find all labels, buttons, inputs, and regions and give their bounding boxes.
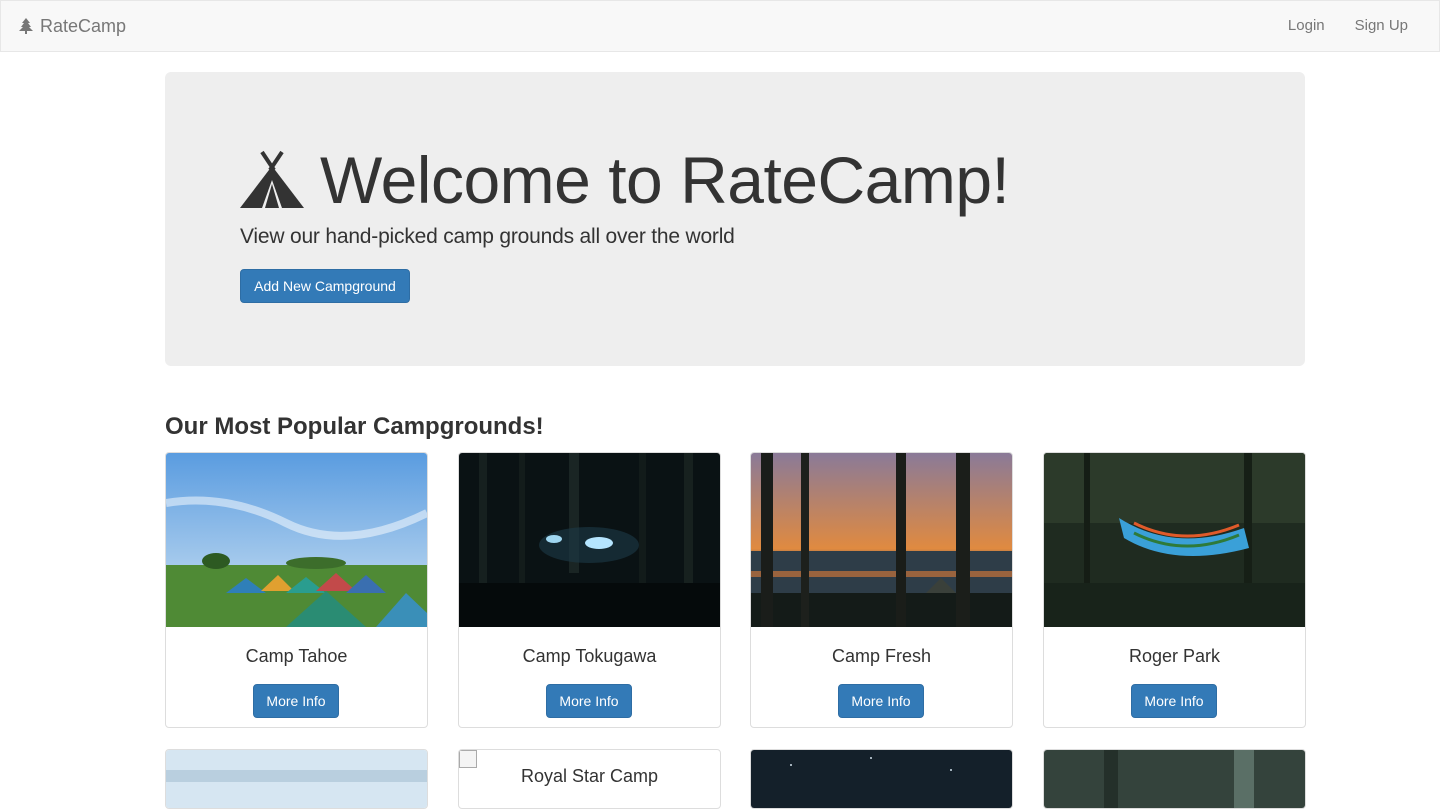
add-campground-button[interactable]: Add New Campground <box>240 269 410 303</box>
jumbotron: Welcome to RateCamp! View our hand-picke… <box>165 72 1305 366</box>
campground-name: Camp Fresh <box>831 646 932 666</box>
campground-card: Roger Park More Info <box>1043 452 1306 728</box>
campground-name: Camp Tahoe <box>245 646 348 666</box>
campground-name: Royal Star Camp <box>520 766 659 786</box>
campground-image[interactable] <box>1044 453 1305 627</box>
campground-image[interactable] <box>166 453 427 627</box>
campground-card: Camp Fresh More Info <box>750 452 1013 728</box>
navbar: RateCamp Login Sign Up <box>0 0 1440 52</box>
jumbotron-lead: View our hand-picked camp grounds all ov… <box>240 225 735 248</box>
login-link[interactable]: Login <box>1273 1 1340 51</box>
more-info-button[interactable]: More Info <box>546 684 632 718</box>
campground-card: Camp Tokugawa More Info <box>458 452 721 728</box>
campground-card <box>750 749 1013 809</box>
more-info-button[interactable]: More Info <box>838 684 924 718</box>
more-info-button[interactable]: More Info <box>1131 684 1217 718</box>
signup-link[interactable]: Sign Up <box>1340 1 1423 51</box>
campground-card <box>1043 749 1306 809</box>
tent-icon <box>240 150 304 208</box>
campground-name: Roger Park <box>1128 646 1221 666</box>
jumbotron-title: Welcome to RateCamp! <box>240 136 1010 224</box>
tree-icon <box>19 18 33 34</box>
campground-card: Royal Star Camp <box>458 749 721 809</box>
brand-link[interactable]: RateCamp <box>19 16 126 37</box>
campground-card <box>165 749 428 809</box>
nav-right: Login Sign Up <box>1273 1 1423 51</box>
campground-image[interactable] <box>751 453 1012 627</box>
section-heading: Our Most Popular Campgrounds! <box>165 413 544 440</box>
brand-name: RateCamp <box>40 15 127 36</box>
campground-image[interactable] <box>459 453 720 627</box>
page-title: Welcome to RateCamp! <box>320 143 1010 217</box>
more-info-button[interactable]: More Info <box>253 684 339 718</box>
campground-card: Camp Tahoe More Info <box>165 452 428 728</box>
campground-name: Camp Tokugawa <box>522 646 657 666</box>
